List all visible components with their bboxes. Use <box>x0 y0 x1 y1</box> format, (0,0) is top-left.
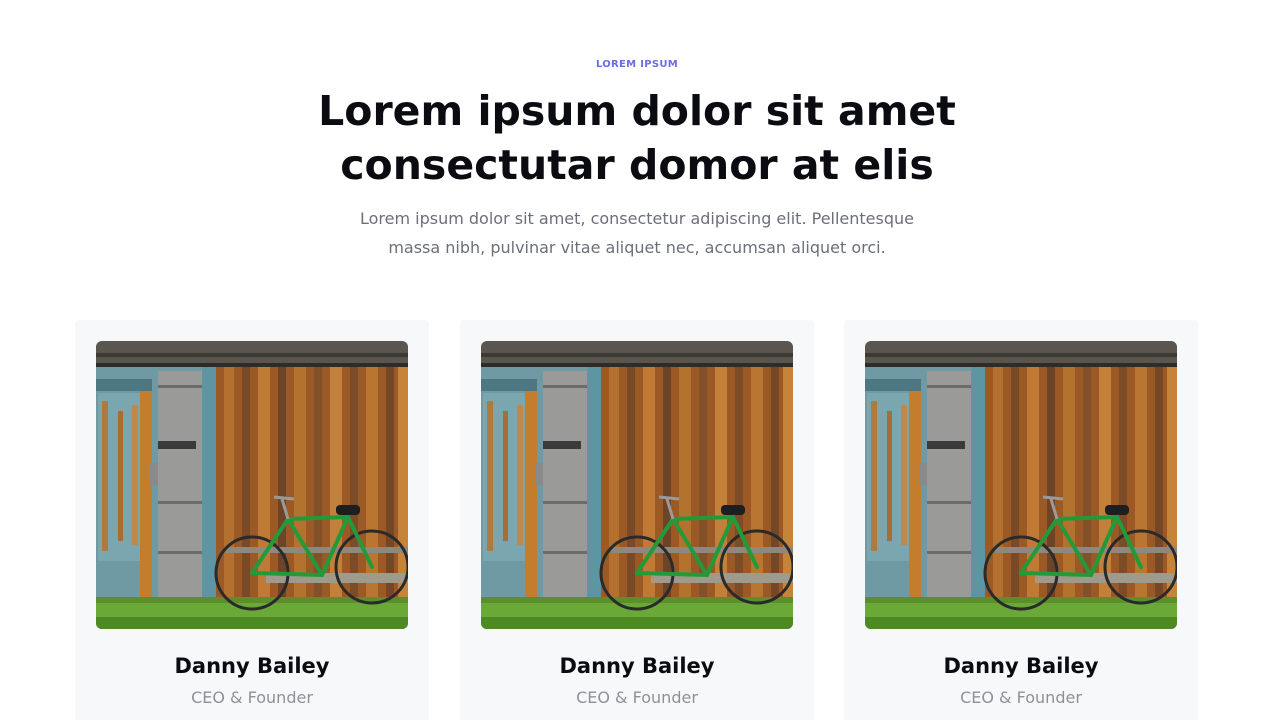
section-headline: Lorem ipsum dolor sit amet consectutar d… <box>0 84 1274 192</box>
headline-line-1: Lorem ipsum dolor sit amet <box>318 87 956 135</box>
lead-line-2: massa nibh, pulvinar vitae aliquet nec, … <box>388 238 886 257</box>
member-photo <box>96 341 408 629</box>
member-name: Danny Bailey <box>559 654 715 678</box>
member-photo <box>865 341 1177 629</box>
member-role: CEO & Founder <box>960 688 1082 707</box>
lead-line-1: Lorem ipsum dolor sit amet, consectetur … <box>359 209 914 228</box>
member-role: CEO & Founder <box>576 688 698 707</box>
team-card: Danny Bailey CEO & Founder <box>75 320 429 720</box>
section-eyebrow: LOREM IPSUM <box>595 59 679 70</box>
member-name: Danny Bailey <box>174 654 330 678</box>
member-name: Danny Bailey <box>943 654 1099 678</box>
section-lead: Lorem ipsum dolor sit amet, consectetur … <box>0 204 1274 262</box>
team-card: Danny Bailey CEO & Founder <box>460 320 814 720</box>
member-role: CEO & Founder <box>191 688 313 707</box>
team-card: Danny Bailey CEO & Founder <box>844 320 1198 720</box>
member-photo <box>481 341 793 629</box>
team-section: LOREM IPSUM Lorem ipsum dolor sit amet c… <box>0 0 1280 720</box>
headline-line-2: consectutar domor at elis <box>340 141 934 189</box>
